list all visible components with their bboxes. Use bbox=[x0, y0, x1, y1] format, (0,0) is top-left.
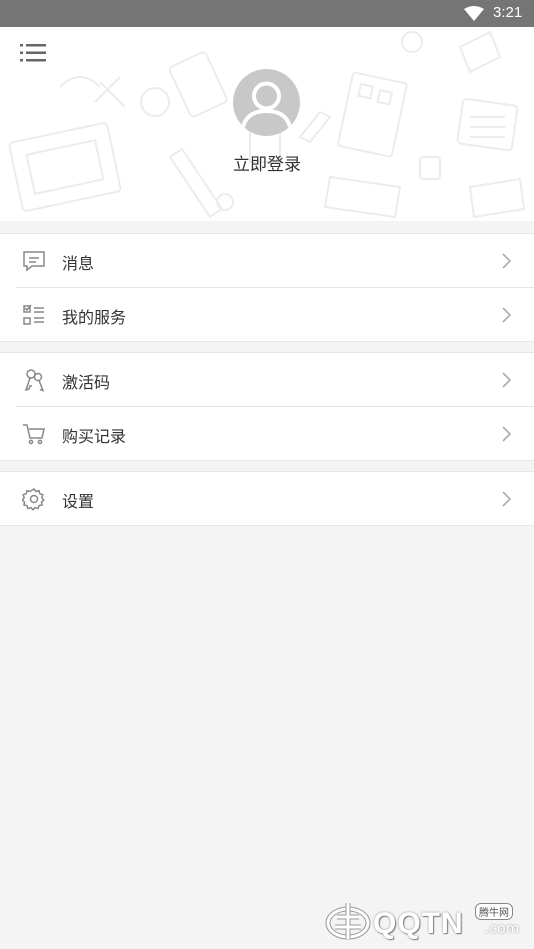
menu-group-1: 消息 我的服务 bbox=[0, 233, 534, 342]
site-watermark: QQTN .com 腾牛网 bbox=[325, 895, 530, 945]
chevron-right-icon bbox=[502, 491, 512, 507]
profile-header: 立即登录 bbox=[0, 27, 534, 221]
menu-item-label: 购买记录 bbox=[62, 427, 127, 446]
cart-icon bbox=[23, 424, 45, 445]
menu-item-purchase-history[interactable]: 购买记录 bbox=[0, 407, 534, 460]
menu-item-label: 我的服务 bbox=[62, 308, 127, 327]
watermark-suffix: .com bbox=[485, 921, 520, 937]
list-menu-icon[interactable] bbox=[20, 41, 48, 65]
watermark-logo-icon bbox=[325, 903, 371, 940]
watermark-tag: 腾牛网 bbox=[475, 903, 513, 920]
wifi-icon bbox=[464, 6, 484, 21]
menu-item-messages[interactable]: 消息 bbox=[0, 234, 534, 287]
chevron-right-icon bbox=[502, 307, 512, 323]
chevron-right-icon bbox=[502, 426, 512, 442]
login-button[interactable]: 立即登录 bbox=[0, 150, 534, 175]
status-bar: 3:21 bbox=[0, 0, 534, 27]
menu-item-label: 设置 bbox=[62, 492, 95, 511]
chevron-right-icon bbox=[502, 253, 512, 269]
menu-item-label: 消息 bbox=[62, 254, 95, 273]
menu-item-label: 激活码 bbox=[62, 373, 111, 392]
menu-item-my-services[interactable]: 我的服务 bbox=[0, 288, 534, 341]
user-avatar-icon[interactable] bbox=[233, 69, 300, 136]
message-icon bbox=[23, 251, 45, 272]
status-time: 3:21 bbox=[493, 4, 523, 21]
checklist-icon bbox=[23, 304, 44, 325]
watermark-brand: QQTN bbox=[373, 907, 464, 940]
keys-icon bbox=[24, 369, 45, 392]
menu-item-activation-code[interactable]: 激活码 bbox=[0, 353, 534, 406]
gear-icon bbox=[22, 488, 45, 511]
chevron-right-icon bbox=[502, 372, 512, 388]
menu-item-settings[interactable]: 设置 bbox=[0, 472, 534, 525]
menu-group-3: 设置 bbox=[0, 471, 534, 526]
menu-group-2: 激活码 购买记录 bbox=[0, 352, 534, 461]
